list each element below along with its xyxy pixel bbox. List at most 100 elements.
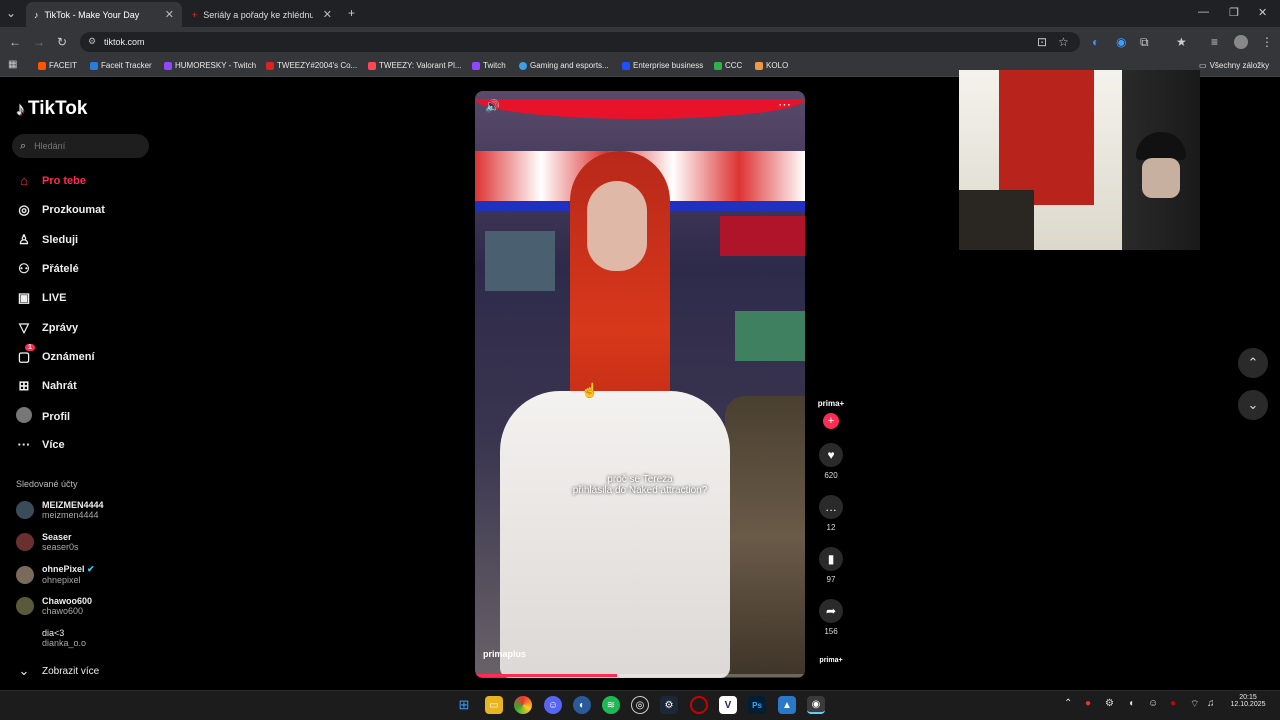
reload-icon[interactable]: ↻ xyxy=(57,35,67,49)
bookmark-kolo[interactable]: KOLO xyxy=(755,61,788,70)
comment-button[interactable]: … 12 xyxy=(817,495,845,532)
minimize-icon[interactable]: — xyxy=(1198,6,1209,18)
friends-icon: ⚇ xyxy=(18,261,30,276)
bookmark-star-icon[interactable]: ☆ xyxy=(1058,35,1069,49)
bookmark-gaming-esports[interactable]: Gaming and esports... xyxy=(519,61,609,70)
nav-following[interactable]: ♙ Sleduji xyxy=(16,232,78,248)
bookmarks-manager-icon[interactable]: ★ xyxy=(1176,35,1187,49)
previous-video-button[interactable]: ⌃ xyxy=(1238,348,1268,378)
nav-more[interactable]: ··· Více xyxy=(16,437,65,452)
avatar xyxy=(16,565,34,584)
tiktok-logo[interactable]: ♪ TikTok xyxy=(16,98,87,120)
url-text[interactable]: tiktok.com xyxy=(104,37,145,47)
nav-for-you[interactable]: ⌂ Pro tebe xyxy=(16,173,86,188)
studio-red-panel xyxy=(720,216,805,256)
account-item[interactable]: dia<3 dianka_o.o xyxy=(16,628,86,648)
tray-steam-icon[interactable]: ⚙ xyxy=(1105,698,1114,709)
show-more-button[interactable]: ⌄ Zobrazit více xyxy=(16,663,100,679)
bookmark-faceit-tracker[interactable]: Faceit Tracker xyxy=(90,61,152,70)
account-item[interactable]: MEIZMEN4444 meizmen4444 xyxy=(16,500,104,520)
profile-avatar[interactable] xyxy=(1234,35,1248,49)
account-item[interactable]: Seaser seaser0s xyxy=(16,532,79,552)
app-icon[interactable]: ◐ xyxy=(573,696,591,714)
new-tab-icon[interactable]: + xyxy=(348,6,355,20)
account-item[interactable]: Chawoo600 chawo600 xyxy=(16,596,92,616)
creator-avatar[interactable]: prima+ + xyxy=(817,399,845,429)
wifi-icon[interactable]: ⌔ xyxy=(1190,698,1199,711)
comment-icon: … xyxy=(819,495,843,519)
next-video-button[interactable]: ⌄ xyxy=(1238,390,1268,420)
nav-messages[interactable]: ▽ Zprávy xyxy=(16,320,78,336)
valorant-vanguard-icon[interactable]: V xyxy=(719,696,737,714)
tab-search-icon[interactable]: ⌄ xyxy=(6,6,16,20)
obs-icon[interactable]: ◎ xyxy=(631,696,649,714)
white-dress xyxy=(500,391,730,678)
tray-app2-icon[interactable]: ◖ xyxy=(1128,698,1134,709)
bookmark-tweezy-valorant[interactable]: TWEEZY: Valorant Pl... xyxy=(368,61,462,70)
video-caption: proč se Tereza přihlásila do Naked attra… xyxy=(572,474,708,496)
file-explorer-icon[interactable]: ▭ xyxy=(485,696,503,714)
tab-search-list-icon[interactable]: ≡ xyxy=(1211,35,1218,49)
install-app-icon[interactable]: ⊡ xyxy=(1037,35,1047,49)
tab-prima[interactable]: + Seriály a pořady ke zhlédnutí or ✕ xyxy=(184,2,340,27)
apps-grid-icon[interactable]: ▦ xyxy=(8,59,17,70)
tray-app3-icon[interactable]: ● xyxy=(1170,698,1176,709)
share-button[interactable]: ➦ 156 xyxy=(817,599,845,636)
tray-app-icon[interactable]: ● xyxy=(1085,698,1091,709)
forward-icon[interactable]: → xyxy=(33,35,45,49)
bookmark-ccc[interactable]: CCC xyxy=(714,61,742,70)
opera-icon[interactable] xyxy=(690,696,708,714)
volume-icon[interactable]: 🔊 xyxy=(485,99,500,113)
nav-inbox[interactable]: ▢ 1 Oznámení xyxy=(16,344,95,365)
photos-icon[interactable]: ▲ xyxy=(778,696,796,714)
progress-track[interactable] xyxy=(475,674,805,677)
hand-cursor-icon: ☝ xyxy=(581,382,599,398)
tray-discord-icon[interactable]: ☺ xyxy=(1148,698,1158,709)
windows-start-icon[interactable]: ⊞ xyxy=(455,696,473,714)
address-bar[interactable] xyxy=(80,32,1080,52)
spotify-icon[interactable]: ≋ xyxy=(602,696,620,714)
tray-chevron-icon[interactable]: ⌃ xyxy=(1064,698,1072,709)
chevron-down-icon: ⌄ xyxy=(1247,397,1259,412)
prima-favicon-icon: + xyxy=(192,9,198,20)
video-player[interactable]: 🔊 ⋯ proč se Tereza přihlásila do Naked a… xyxy=(475,91,805,678)
site-info-icon[interactable]: ⚙ xyxy=(88,36,96,47)
extension-icon[interactable]: ◐ xyxy=(1092,35,1099,49)
nav-explore[interactable]: ◎ Prozkoumat xyxy=(16,202,105,218)
more-options-icon[interactable]: ⋯ xyxy=(778,97,791,113)
all-bookmarks-folder[interactable]: ▭ Všechny záložky xyxy=(1199,61,1269,70)
music-disc[interactable]: prima+ xyxy=(817,657,845,664)
nav-live[interactable]: ▣ LIVE xyxy=(16,290,67,306)
chevron-up-icon: ⌃ xyxy=(1247,355,1259,370)
close-tab-icon[interactable]: ✕ xyxy=(323,8,332,21)
like-button[interactable]: ♥ 620 xyxy=(817,443,845,480)
tab-tiktok[interactable]: ♪ TikTok - Make Your Day ✕ xyxy=(26,2,182,27)
nav-friends[interactable]: ⚇ Přátelé xyxy=(16,261,79,277)
steam-icon[interactable]: ⚙ xyxy=(660,696,678,714)
close-window-icon[interactable]: ✕ xyxy=(1258,6,1267,19)
maximize-icon[interactable]: ❐ xyxy=(1229,6,1239,19)
close-tab-icon[interactable]: ✕ xyxy=(165,8,174,21)
avatar xyxy=(16,597,34,615)
clock[interactable]: 20:15 12.10.2025 xyxy=(1228,694,1268,708)
chrome-icon[interactable] xyxy=(514,696,532,714)
bookmark-enterprise[interactable]: Enterprise business xyxy=(622,61,703,70)
nav-upload[interactable]: ⊞ Nahrát xyxy=(16,378,77,394)
bookmark-tweezy-co[interactable]: TWEEZY#2004's Co... xyxy=(266,61,357,70)
extension-shield-icon[interactable]: ◉ xyxy=(1116,35,1126,49)
bookmark-humoresky[interactable]: HUMORESKY - Twitch xyxy=(164,61,256,70)
back-icon[interactable]: ← xyxy=(9,35,21,49)
chrome-active-icon[interactable]: ◉ xyxy=(807,696,825,714)
menu-kebab-icon[interactable]: ⋮ xyxy=(1261,35,1273,49)
discord-icon[interactable]: ☺ xyxy=(544,696,562,714)
webcam-person xyxy=(1122,70,1200,250)
nav-profile[interactable]: Profil xyxy=(16,407,70,426)
account-item[interactable]: ohnePixel ✔ ohnepixel xyxy=(16,564,95,585)
save-button[interactable]: ▮ 97 xyxy=(817,547,845,584)
extensions-puzzle-icon[interactable]: ⧉ xyxy=(1140,35,1149,50)
volume-tray-icon[interactable]: ♫ xyxy=(1207,698,1215,709)
photoshop-icon[interactable]: Ps xyxy=(748,696,766,714)
bookmark-faceit[interactable]: FACEIT xyxy=(38,61,77,70)
bookmark-twitch[interactable]: Twitch xyxy=(472,61,506,70)
search-input[interactable]: ⌕ Hledání xyxy=(12,134,149,158)
